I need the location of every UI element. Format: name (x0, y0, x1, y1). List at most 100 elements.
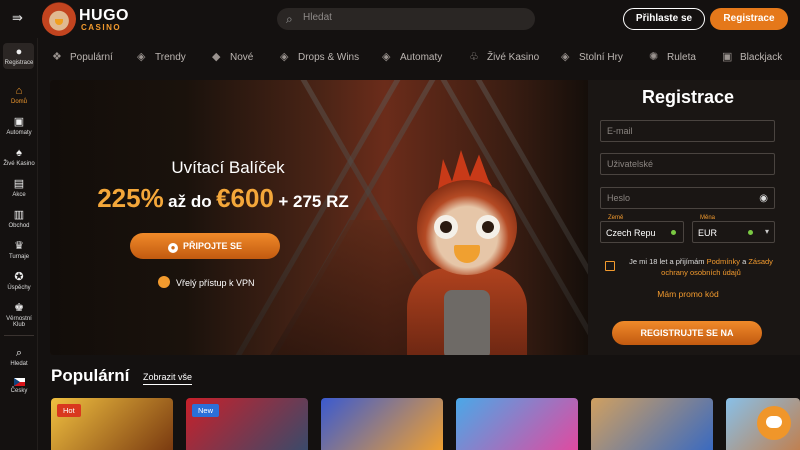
sidebar-item-vernostni-klub[interactable]: ♚ Věrnostní Klub (0, 302, 38, 329)
cards-icon: ♠ (16, 147, 22, 159)
category-label: Trendy (155, 52, 186, 63)
terms-text: Je mi 18 let a přijímám Podmínky a Zásad… (622, 256, 780, 278)
game-tile[interactable] (456, 398, 578, 450)
drops-icon: ◈ (280, 51, 289, 63)
join-button-label: PŘIPOJTE SE (182, 241, 243, 251)
category-label: Ruleta (667, 52, 696, 63)
chat-bubble-icon[interactable] (757, 406, 791, 440)
country-value: Czech Repu (606, 228, 656, 238)
game-tile[interactable] (321, 398, 443, 450)
category-label: Drops & Wins (298, 52, 360, 63)
username-placeholder: Uživatelské (607, 159, 654, 169)
gift-icon: ▤ (13, 178, 25, 190)
category-ruleta[interactable]: ✺ Ruleta (649, 50, 696, 63)
mascot-eye (434, 215, 458, 239)
game-badge: Hot (57, 404, 81, 417)
password-field[interactable]: Heslo ◉ (600, 187, 775, 209)
category-zive-kasino[interactable]: ♧ Živé Kasino (469, 50, 539, 63)
search-placeholder: Hledat (303, 12, 332, 23)
sidebar-item-label: Česky (10, 388, 28, 394)
home-icon: ⌂ (15, 85, 23, 97)
currency-select[interactable]: Měna EUR ▾ (692, 215, 775, 243)
show-all-link[interactable]: Zobrazit vše (143, 372, 193, 385)
logo-bird-icon (42, 2, 76, 36)
slot-icon: ▣ (13, 116, 25, 128)
category-trendy[interactable]: ◈ Trendy (137, 50, 186, 63)
registration-panel: Registrace E-mail Uživatelské Heslo ◉ Ze… (588, 80, 800, 355)
category-populari[interactable]: ❖ Populární (52, 50, 113, 63)
person-icon: ● (167, 243, 178, 253)
sidebar-item-label: Obchod (8, 223, 30, 229)
hero-mascot-bird (402, 150, 532, 355)
category-label: Blackjack (740, 52, 783, 63)
game-tile[interactable]: Hot (51, 398, 173, 450)
sidebar-item-label: Domů (10, 99, 27, 105)
category-label: Populární (70, 52, 113, 63)
chevron-down-icon: ▾ (764, 227, 769, 236)
sidebar-item-label: Registrace (4, 60, 34, 66)
hero-banner: Uvítací Balíček 225% až do €600 + 275 RZ… (50, 80, 590, 355)
vpn-text: Vřelý přístup k VPN (176, 278, 255, 288)
password-placeholder: Heslo (607, 193, 631, 203)
sidebar-item-turnaje[interactable]: ♛ Turnaje (0, 240, 38, 261)
terms-link[interactable]: Podmínky (707, 257, 740, 266)
terms-prefix: Je mi 18 let a přijímám (629, 257, 705, 266)
hero-welcome-text: Uvítací Balíček (171, 158, 285, 177)
category-stolni-hry[interactable]: ◈ Stolní Hry (561, 50, 623, 63)
sidebar-item-hledat[interactable]: ⌕ Hledat (0, 347, 38, 368)
mascot-hoodie (444, 290, 490, 355)
search-bar[interactable]: ⌕ Hledat (277, 8, 535, 30)
sidebar-item-uspechy[interactable]: ✪ Úspěchy (0, 272, 38, 292)
login-button[interactable]: Přihlaste se (623, 8, 705, 30)
registration-title: Registrace (641, 87, 735, 107)
sidebar-item-obchod[interactable]: ▥ Obchod (0, 210, 38, 230)
sidebar-item-label: Úspěchy (7, 285, 31, 291)
offer-extra: + 275 RZ (278, 192, 349, 211)
menu-toggle-icon[interactable]: ⇛ (12, 11, 26, 24)
sidebar-item-label: Hledat (10, 361, 28, 367)
sidebar-item-label: Turnaje (8, 254, 30, 260)
join-button[interactable]: ● PŘIPOJTE SE (130, 233, 280, 259)
email-field[interactable]: E-mail (600, 120, 775, 142)
trophy-icon: ♛ (14, 240, 24, 252)
game-badge: New (192, 404, 220, 417)
category-bar: ❖ Populární ◈ Trendy ◆ Nové ◈ Drops & Wins ◈… (38, 38, 800, 78)
username-field[interactable]: Uživatelské (600, 153, 775, 175)
sidebar-item-registrace[interactable]: ● Registrace (0, 47, 38, 67)
mascot-eye (476, 215, 500, 239)
category-drops-wins[interactable]: ◈ Drops & Wins (280, 50, 359, 63)
sidebar: ● Registrace ⌂ Domů ▣ Automaty ♠ Živé Ka… (0, 38, 38, 450)
game-tile[interactable] (591, 398, 713, 450)
register-button[interactable]: Registrace (710, 8, 788, 30)
sidebar-item-automaty[interactable]: ▣ Automaty (0, 116, 38, 137)
search-icon: ⌕ (286, 12, 293, 26)
game-tile[interactable]: New (186, 398, 308, 450)
live-icon: ♧ (469, 51, 479, 63)
register-submit-button[interactable]: REGISTRUJTE SE NA (612, 321, 762, 345)
category-nove[interactable]: ◆ Nové (212, 50, 253, 63)
country-label: Země (606, 215, 626, 221)
category-automaty[interactable]: ◈ Automaty (382, 50, 442, 63)
currency-label: Měna (698, 215, 718, 221)
sidebar-item-label: Automaty (6, 130, 32, 136)
promo-code-link[interactable]: Mám promo kód (588, 289, 788, 299)
terms-checkbox[interactable] (605, 261, 615, 271)
offer-percent: 225% (97, 183, 164, 213)
category-label: Stolní Hry (579, 52, 623, 63)
sidebar-item-akce[interactable]: ▤ Akce (0, 178, 38, 199)
globe-icon (158, 276, 170, 288)
category-label: Automaty (400, 52, 443, 63)
table-games-icon: ◈ (561, 51, 570, 63)
sidebar-item-domu[interactable]: ⌂ Domů (0, 85, 38, 106)
search-icon: ⌕ (15, 347, 23, 359)
sidebar-item-zive-kasino[interactable]: ♠ Živé Kasino (0, 147, 38, 168)
logo[interactable]: HUGO CASINO (42, 2, 132, 36)
category-blackjack[interactable]: ▣ Blackjack (722, 50, 782, 63)
show-password-icon[interactable]: ◉ (759, 193, 768, 204)
country-select[interactable]: Země Czech Repu (600, 215, 684, 243)
vpn-notice: Vřelý přístup k VPN (158, 276, 255, 288)
sidebar-item-cesky[interactable]: Česky (0, 378, 38, 394)
flag-cz-icon (13, 378, 25, 386)
category-label: Nové (230, 52, 254, 63)
crown-icon: ♚ (14, 302, 24, 314)
